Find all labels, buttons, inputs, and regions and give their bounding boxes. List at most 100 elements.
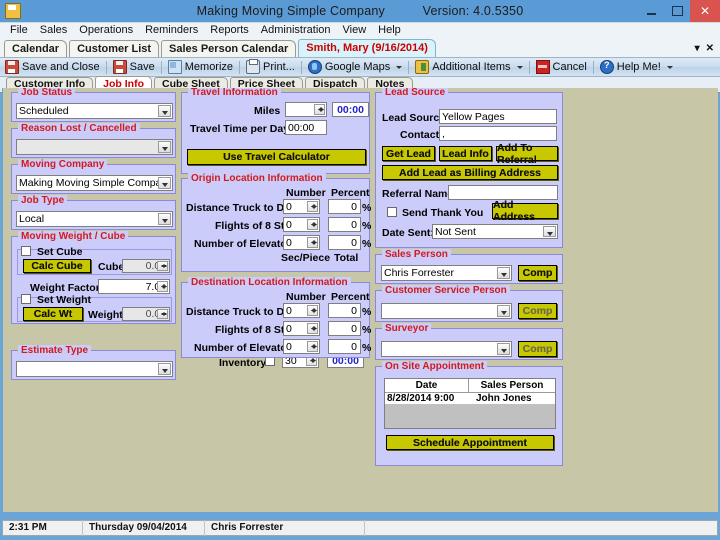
chevron-down-icon[interactable]	[158, 177, 171, 189]
origin-row-1-number[interactable]: 0	[283, 217, 320, 232]
get-lead-button[interactable]: Get Lead	[382, 146, 435, 161]
cube-label: Cube	[98, 261, 125, 273]
destination-row-1-spinner[interactable]	[307, 323, 318, 334]
origin-row-0-percent[interactable]: 0	[328, 199, 361, 214]
toolbar-print[interactable]: Print...	[241, 58, 300, 76]
origin-row-0-spinner[interactable]	[307, 201, 318, 212]
customer-service-combo[interactable]	[381, 303, 512, 319]
group-reason-lost: Reason Lost / Cancelled	[11, 123, 176, 158]
chevron-down-icon[interactable]	[666, 65, 673, 69]
chevron-down-icon[interactable]	[497, 305, 510, 317]
lead-info-button[interactable]: Lead Info	[439, 146, 492, 161]
send-thank-you-checkbox[interactable]	[387, 207, 397, 217]
chevron-down-icon[interactable]	[158, 363, 171, 375]
destination-row-1-number[interactable]: 0	[283, 321, 320, 336]
add-lead-as-billing-address-button[interactable]: Add Lead as Billing Address	[382, 165, 558, 180]
group-destination-legend: Destination Location Information	[188, 277, 351, 288]
toolbar-save[interactable]: Save	[108, 58, 160, 76]
menu-item-sales[interactable]: Sales	[34, 23, 74, 38]
destination-row-0-percent[interactable]: 0	[328, 303, 361, 318]
weight-factor-field[interactable]: 7.00	[98, 279, 170, 294]
date-sent-combo[interactable]: Not Sent	[432, 224, 558, 239]
job-type-combo[interactable]: Local	[16, 211, 173, 227]
destination-row-2-spinner[interactable]	[307, 341, 318, 352]
miles-field[interactable]: 0	[285, 102, 327, 117]
surveyor-comp-button[interactable]: Comp	[518, 341, 557, 357]
destination-row-0-number[interactable]: 0	[283, 303, 320, 318]
menu-item-administration[interactable]: Administration	[255, 23, 337, 38]
cube-spinner[interactable]	[157, 261, 168, 271]
toolbar-help-me[interactable]: Help Me!	[595, 58, 678, 76]
weight-spinner[interactable]	[157, 309, 168, 319]
origin-row-2-percent-value: 0	[351, 237, 357, 249]
contact-field[interactable]: ,	[439, 126, 557, 141]
destination-row-0-spinner[interactable]	[307, 305, 318, 316]
toolbar-google-maps[interactable]: Google Maps	[303, 58, 407, 76]
surveyor-combo[interactable]	[381, 341, 512, 357]
status-user: Chris Forrester	[205, 520, 365, 536]
lead-source-field[interactable]: Yellow Pages	[439, 109, 557, 124]
origin-row-1-percent[interactable]: 0	[328, 217, 361, 232]
travel-time-per-day-value: 00:00	[288, 122, 315, 134]
origin-row-0-number[interactable]: 0	[283, 199, 320, 214]
destination-row-2-percent[interactable]: 0	[328, 339, 361, 354]
set-weight-checkbox[interactable]	[21, 294, 31, 304]
origin-row-1-spinner[interactable]	[307, 219, 318, 230]
use-travel-calculator-button[interactable]: Use Travel Calculator	[187, 149, 366, 165]
chevron-down-icon[interactable]	[516, 65, 523, 69]
chevron-down-icon[interactable]	[497, 343, 510, 355]
referral-name-field[interactable]	[448, 185, 558, 200]
origin-row-2-percent[interactable]: 0	[328, 235, 361, 250]
origin-row-2-spinner[interactable]	[307, 237, 318, 248]
cube-value-field[interactable]: 0.00	[122, 259, 170, 273]
toolbar-memorize[interactable]: Memorize	[163, 58, 238, 76]
miles-spinner[interactable]	[314, 104, 325, 115]
toolbar-save-and-close[interactable]: Save and Close	[0, 58, 105, 76]
calc-wt-button[interactable]: Calc Wt	[23, 307, 83, 321]
menu-item-view[interactable]: View	[337, 23, 373, 38]
customer-service-comp-button[interactable]: Comp	[518, 303, 557, 319]
origin-row-2-number[interactable]: 0	[283, 235, 320, 250]
sales-person-combo[interactable]: Chris Forrester	[381, 265, 512, 281]
schedule-appointment-button[interactable]: Schedule Appointment	[386, 435, 554, 450]
toolbar-additional-items-label: Additional Items	[432, 61, 511, 73]
sales-person-comp-button[interactable]: Comp	[518, 265, 557, 281]
calc-cube-button[interactable]: Calc Cube	[23, 259, 91, 273]
menu-item-reports[interactable]: Reports	[204, 23, 255, 38]
add-address-button[interactable]: Add Address	[492, 199, 558, 223]
moving-company-combo[interactable]: Making Moving Simple Compan	[16, 175, 173, 191]
reason-lost-combo[interactable]	[16, 139, 173, 155]
chevron-down-icon[interactable]	[497, 267, 510, 279]
menu-item-file[interactable]: File	[4, 23, 34, 38]
destination-row-2-number[interactable]: 0	[283, 339, 320, 354]
destination-row-1-percent[interactable]: 0	[328, 321, 361, 336]
tab-list-dropdown-icon[interactable]: ▾	[695, 43, 700, 54]
origin-row-0-number-value: 0	[286, 201, 292, 213]
appointment-grid[interactable]: Date Sales Person 8/28/2014 9:00 AM John…	[384, 378, 556, 429]
tab-sales-person-calendar[interactable]: Sales Person Calendar	[161, 40, 297, 57]
menu-item-help[interactable]: Help	[372, 23, 407, 38]
weight-factor-spinner[interactable]	[157, 281, 168, 292]
menu-bar: File Sales Operations Reminders Reports …	[0, 22, 720, 38]
chevron-down-icon[interactable]	[158, 105, 171, 117]
tab-customer-smith-mary[interactable]: Smith, Mary (9/16/2014)	[298, 39, 436, 57]
set-cube-checkbox[interactable]	[21, 246, 31, 256]
toolbar-cancel[interactable]: Cancel	[531, 58, 592, 76]
travel-time-per-day-field[interactable]: 00:00	[285, 120, 327, 135]
chevron-down-icon[interactable]	[158, 213, 171, 225]
tab-close-icon[interactable]: ✕	[706, 43, 714, 54]
tab-customer-list[interactable]: Customer List	[69, 40, 160, 57]
weight-value-field[interactable]: 0.00	[122, 307, 170, 321]
chevron-down-icon[interactable]	[543, 226, 556, 237]
toolbar-additional-items[interactable]: Additional Items	[410, 58, 527, 76]
job-status-combo[interactable]: Scheduled	[16, 103, 173, 119]
chevron-down-icon[interactable]	[158, 141, 171, 153]
estimate-type-combo[interactable]	[16, 361, 173, 377]
chevron-down-icon[interactable]	[396, 65, 403, 69]
menu-item-reminders[interactable]: Reminders	[139, 23, 204, 38]
add-to-referral-button[interactable]: Add To Referral	[496, 142, 558, 166]
menu-item-operations[interactable]: Operations	[73, 23, 139, 38]
toolbar-separator	[160, 60, 162, 74]
group-moving-company-legend: Moving Company	[18, 159, 108, 170]
tab-calendar[interactable]: Calendar	[4, 40, 68, 57]
